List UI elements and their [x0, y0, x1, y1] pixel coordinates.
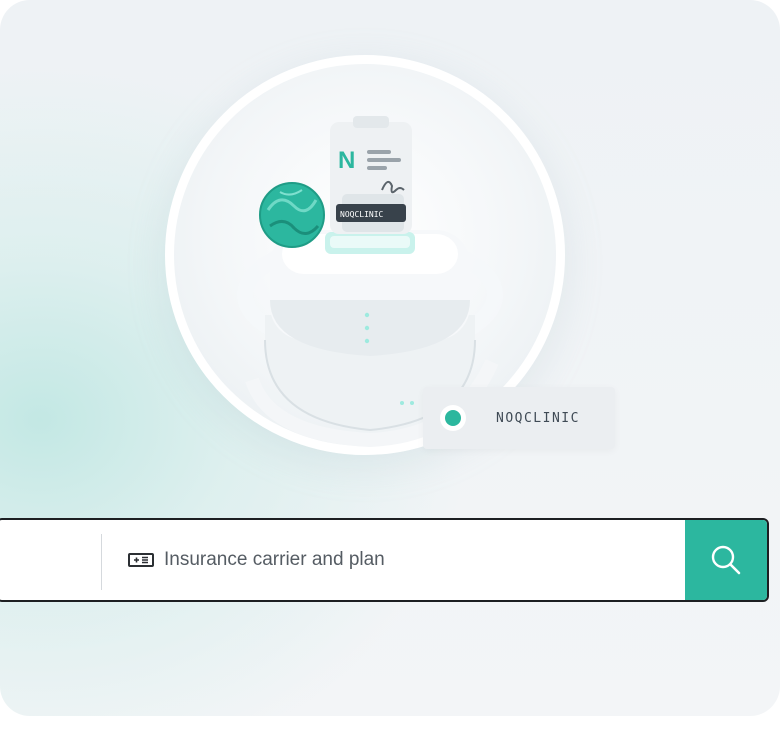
insurance-card-icon: [128, 553, 154, 567]
hero-card: N NOQCLINIC NOQCLINIC Insurance carrier …: [0, 0, 780, 716]
status-indicator: [440, 405, 466, 431]
search-divider: [101, 534, 102, 590]
insurance-carrier-input[interactable]: Insurance carrier and plan: [128, 520, 385, 600]
clinic-brand-label: NOQCLINIC: [496, 410, 580, 426]
document-brand-text: NOQCLINIC: [340, 210, 384, 219]
insurance-search-bar: Insurance carrier and plan: [0, 518, 769, 602]
svg-text:N: N: [338, 147, 355, 174]
search-icon: [711, 545, 741, 575]
insurance-carrier-placeholder: Insurance carrier and plan: [164, 549, 385, 570]
clinic-badge: NOQCLINIC: [423, 387, 615, 449]
search-button[interactable]: [685, 520, 767, 600]
status-dot: [445, 410, 461, 426]
